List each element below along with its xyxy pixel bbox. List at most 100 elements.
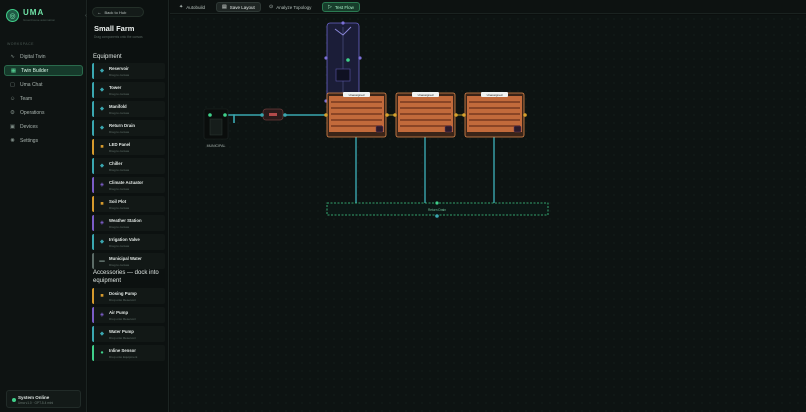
analyze-topology-button[interactable]: ⊙ Analyze Topology	[264, 2, 316, 12]
nav-item-operations[interactable]: ⚙ Operations	[4, 107, 83, 118]
brand[interactable]: ◎ UMA Greenhouse automation	[6, 8, 84, 26]
tower-unit	[335, 68, 351, 82]
palette-card-hint: Drag to canvas	[109, 224, 130, 229]
brand-tagline: Greenhouse automation	[23, 18, 56, 22]
palette-card-hint: Drag to canvas	[109, 129, 130, 134]
builder-canvas[interactable]: MUNICIPAL Unassigned Unassigned Unassign…	[170, 15, 806, 412]
team-icon: ☺	[9, 95, 16, 102]
brand-title: UMA	[23, 8, 45, 17]
test-flow-button[interactable]: ▷ Test Flow	[322, 2, 360, 12]
pipe-to-valve	[233, 114, 262, 123]
port-out[interactable]	[283, 113, 287, 117]
nav-item-twin-builder[interactable]: ▦ Twin Builder	[4, 65, 83, 76]
uma-logo-icon: ◎	[6, 9, 19, 22]
port-in[interactable]	[462, 113, 466, 117]
nav-item-devices[interactable]: ▣ Devices	[4, 121, 83, 132]
save-layout-button[interactable]: ▤ Save Layout	[216, 2, 261, 12]
palette-card-name: Manifold	[109, 104, 127, 109]
back-to-hub-button[interactable]: ← Back to Hub	[92, 7, 144, 17]
status-title: System Online	[18, 395, 50, 400]
palette-card[interactable]: ◈ Air Pump Drop onto Reservoir	[92, 307, 165, 323]
climate-actuator-icon: ◈	[99, 182, 105, 188]
builder-toolbar: ✦ Autobuild ▤ Save Layout ⊙ Analyze Topo…	[170, 0, 806, 14]
palette-card-hint: Drag to canvas	[109, 110, 130, 115]
palette-card[interactable]: ■ Dosing Pump Drop onto Reservoir	[92, 288, 165, 304]
weather-station-icon: ◈	[99, 220, 105, 226]
nav-item-team[interactable]: ☺ Team	[4, 93, 83, 104]
port-in[interactable]	[324, 113, 328, 117]
port-in[interactable]	[260, 113, 264, 117]
resize-handle[interactable]	[324, 56, 328, 60]
magic-icon: ✦	[179, 4, 184, 10]
grow-bed-node[interactable]: Unassigned	[393, 92, 458, 138]
bed-device-icon[interactable]	[375, 125, 384, 133]
chat-icon: ▢	[9, 81, 16, 88]
palette-card[interactable]: ◆ Return Drain Drag to canvas	[92, 120, 165, 136]
bed-device-icon[interactable]	[444, 125, 453, 133]
test-flow-label: Test Flow	[334, 4, 354, 10]
palette-card[interactable]: ◆ Tower Drag to canvas	[92, 82, 165, 98]
farm-title: Small Farm	[94, 24, 135, 33]
tower-icon: ◆	[99, 87, 105, 93]
bed-row	[400, 119, 451, 121]
grow-bed-node[interactable]: Unassigned	[324, 92, 389, 138]
resize-handle[interactable]	[358, 56, 362, 60]
irrigation-valve-icon: ◆	[99, 239, 105, 245]
port-in[interactable]	[435, 201, 439, 205]
nav-item-label: Twin Builder	[21, 67, 49, 74]
return-drain-node[interactable]: Return Drain	[326, 201, 549, 218]
nav-item-uma-chat[interactable]: ▢ Uma Chat	[4, 79, 83, 90]
palette-card[interactable]: ■ LED Panel Drag to canvas	[92, 139, 165, 155]
app-root: ◎ UMA Greenhouse automation ‹ WORKSPACE …	[0, 0, 806, 412]
autobuild-button[interactable]: ✦ Autobuild	[174, 2, 210, 12]
nav-item-label: Settings	[20, 137, 39, 144]
bed-row	[469, 125, 520, 127]
bed-device-icon[interactable]	[513, 125, 522, 133]
bed-row	[400, 101, 451, 103]
palette-card-hint: Drop onto Reservoir	[109, 297, 136, 302]
palette-card[interactable]: ◆ Chiller Drag to canvas	[92, 158, 165, 174]
tower-node[interactable]	[324, 21, 362, 103]
port-out[interactable]	[223, 113, 227, 117]
palette-card[interactable]: ■ Soil Plot Drag to canvas	[92, 196, 165, 212]
pulse-icon: ∿	[10, 53, 15, 60]
palette-card[interactable]: ◈ Climate Actuator Drag to canvas	[92, 177, 165, 193]
sidebar: ◎ UMA Greenhouse automation ‹ WORKSPACE …	[0, 0, 87, 412]
valve-icon	[269, 113, 277, 116]
irrigation-valve-node[interactable]	[260, 108, 287, 121]
led-panel-icon: ■	[100, 144, 104, 150]
equipment-section-title: Equipment	[93, 54, 122, 60]
collapse-sidebar-icon[interactable]: ‹	[85, 13, 87, 19]
port-in[interactable]	[208, 113, 212, 117]
palette-card[interactable]: ◆ Manifold Drag to canvas	[92, 101, 165, 117]
bed-badge-label: Unassigned	[487, 93, 503, 97]
nav-item-digital-twin[interactable]: ∿ Digital Twin	[4, 51, 83, 62]
palette-card[interactable]: ◈ Weather Station Drag to canvas	[92, 215, 165, 231]
palette-card-hint: Drag to canvas	[109, 72, 130, 77]
grow-beds: Unassigned Unassigned Unassigned	[324, 92, 527, 138]
palette-card[interactable]: ▬ Municipal Water Drag to canvas	[92, 253, 165, 269]
port-in[interactable]	[393, 113, 397, 117]
municipal-label: MUNICIPAL	[207, 144, 226, 148]
resize-handle[interactable]	[341, 21, 345, 25]
port-out[interactable]	[385, 113, 389, 117]
grow-bed-node[interactable]: Unassigned	[462, 92, 527, 138]
palette-card[interactable]: ◆ Water Pump Drop onto Reservoir	[92, 326, 165, 342]
nav-item-settings[interactable]: ✺ Settings	[4, 135, 83, 146]
system-status-card: System Online Uma v1.0 · GPT-5.4 mini	[6, 390, 81, 408]
port-out[interactable]	[435, 214, 439, 218]
palette-card[interactable]: ● Inline Sensor Drop onto Equipment	[92, 345, 165, 361]
play-icon: ▷	[328, 4, 332, 10]
palette-card-name: Return Drain	[109, 123, 136, 128]
palette-card-name: LED Panel	[109, 142, 131, 147]
municipal-water-node[interactable]: MUNICIPAL	[203, 108, 229, 148]
port-out[interactable]	[523, 113, 527, 117]
inline-sensor-icon: ●	[100, 350, 104, 356]
nav-item-label: Team	[20, 95, 33, 102]
palette-card[interactable]: ◆ Irrigation Valve Drag to canvas	[92, 234, 165, 250]
palette-card-name: Climate Actuator	[109, 180, 144, 185]
canvas-graph[interactable]: MUNICIPAL Unassigned Unassigned Unassign…	[170, 15, 806, 412]
dosing-pump-icon: ■	[100, 293, 104, 299]
port-out[interactable]	[454, 113, 458, 117]
palette-card[interactable]: ◆ Reservoir Drag to canvas	[92, 63, 165, 79]
